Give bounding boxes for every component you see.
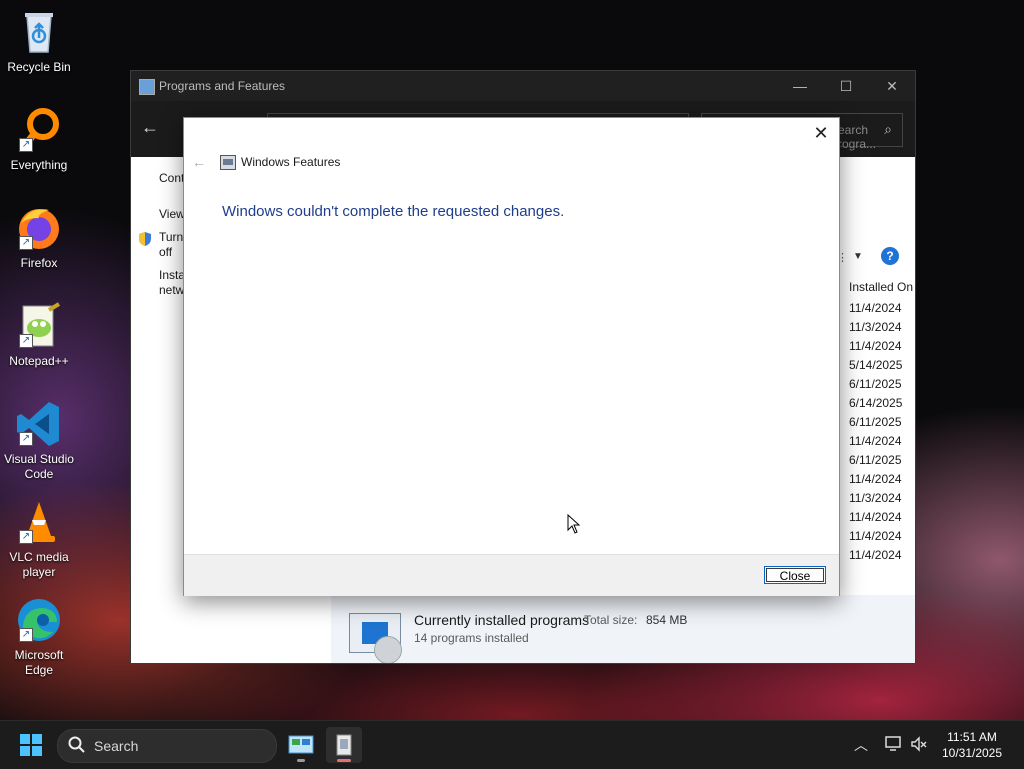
search-icon: ⌕ [884, 121, 892, 137]
program-count: 14 programs installed [414, 631, 529, 645]
shortcut-arrow-icon: ↗ [19, 334, 33, 348]
desktop: Recycle Bin ↗ Everything ↗ Firefox ↗ Not… [0, 0, 1024, 720]
running-indicator [297, 759, 305, 762]
table-row[interactable]: 11/3/2024 [849, 318, 902, 337]
table-row[interactable]: 11/4/2024 [849, 337, 902, 356]
edge-icon: ↗ [15, 596, 63, 644]
desktop-icon-label: Microsoft Edge [14, 648, 64, 677]
clock-time: 11:51 AM [947, 730, 997, 744]
total-size-value: 854 MB [646, 613, 688, 627]
dialog-title: Windows Features [241, 155, 341, 169]
shortcut-arrow-icon: ↗ [19, 432, 33, 446]
back-arrow-icon: ← [192, 154, 206, 170]
shortcut-arrow-icon: ↗ [19, 530, 33, 544]
back-arrow-icon[interactable]: ← [141, 117, 159, 138]
shortcut-arrow-icon: ↗ [19, 138, 33, 152]
turn-features-line2: off [159, 245, 173, 259]
taskbar-app-control-panel[interactable] [283, 727, 319, 763]
title-bar[interactable]: Programs and Features — ☐ ✕ [131, 71, 915, 101]
dialog-footer: Close [184, 554, 839, 596]
chevron-down-icon[interactable]: ▼ [853, 251, 863, 262]
error-message: Windows couldn't complete the requested … [222, 203, 565, 220]
close-button[interactable]: Close [764, 566, 826, 584]
table-row[interactable]: 5/14/2025 [849, 356, 902, 375]
table-row[interactable]: 11/4/2024 [849, 527, 902, 546]
everything-search-icon: ↗ [15, 106, 63, 154]
install-line2: netw [159, 283, 185, 297]
table-row[interactable]: 6/14/2025 [849, 394, 902, 413]
desktop-icon-vscode[interactable]: ↗ Visual Studio Code [2, 400, 76, 482]
help-icon[interactable]: ? [881, 247, 899, 265]
taskbar-search-placeholder: Search [94, 738, 139, 754]
taskbar: Search ︿ 11:51 AM 10/31/2025 [0, 720, 1024, 769]
status-panel: Currently installed programs Total size:… [331, 595, 915, 663]
taskbar-app-windows-features[interactable] [326, 727, 362, 763]
programs-icon [349, 613, 402, 663]
dialog-close-icon[interactable]: ✕ [809, 122, 833, 144]
firefox-icon: ↗ [15, 204, 63, 252]
control-panel-home-link[interactable]: Cont [159, 171, 184, 186]
vlc-icon: ↗ [15, 498, 63, 546]
windows-features-icon [336, 734, 352, 756]
recycle-bin-icon [15, 8, 63, 56]
table-row[interactable]: 11/4/2024 [849, 546, 902, 565]
desktop-icon-label: VLC media player [9, 550, 69, 579]
desktop-icon-label: Recycle Bin [7, 60, 71, 74]
network-icon[interactable] [884, 734, 902, 755]
desktop-icon-label: Firefox [20, 256, 58, 270]
speaker-muted-icon[interactable] [910, 735, 928, 756]
table-row[interactable]: 6/11/2025 [849, 413, 902, 432]
desktop-icon-edge[interactable]: ↗ Microsoft Edge [2, 596, 76, 678]
installed-on-column: 11/4/2024 11/3/2024 11/4/2024 5/14/2025 … [849, 299, 902, 565]
search-icon [68, 736, 86, 759]
table-row[interactable]: 6/11/2025 [849, 375, 902, 394]
window-title: Programs and Features [159, 79, 286, 93]
close-window-button[interactable]: ✕ [869, 71, 915, 101]
desktop-icon-label: Notepad++ [9, 354, 69, 368]
start-button[interactable] [20, 734, 42, 756]
turn-features-line1: Turn [159, 230, 184, 244]
show-hidden-icons-chevron-icon[interactable]: ︿ [854, 735, 868, 755]
turn-features-link[interactable]: Turn off [159, 230, 183, 260]
table-row[interactable]: 11/4/2024 [849, 470, 902, 489]
desktop-icon-vlc[interactable]: ↗ VLC media player [2, 498, 76, 580]
table-row[interactable]: 11/4/2024 [849, 508, 902, 527]
shortcut-arrow-icon: ↗ [19, 628, 33, 642]
vscode-icon: ↗ [15, 400, 63, 448]
active-indicator [337, 759, 351, 762]
desktop-icon-everything[interactable]: ↗ Everything [2, 106, 76, 173]
shortcut-arrow-icon: ↗ [19, 236, 33, 250]
taskbar-search[interactable]: Search [57, 729, 277, 763]
notepadpp-icon: ↗ [15, 302, 63, 350]
table-row[interactable]: 6/11/2025 [849, 451, 902, 470]
clock-date: 10/31/2025 [941, 746, 1003, 760]
desktop-icon-firefox[interactable]: ↗ Firefox [2, 204, 76, 271]
maximize-button[interactable]: ☐ [823, 71, 869, 101]
mouse-cursor-icon [567, 514, 581, 534]
table-row[interactable]: 11/4/2024 [849, 432, 902, 451]
column-header-installed-on[interactable]: Installed On [849, 280, 913, 294]
install-from-network-link[interactable]: Insta netw [159, 268, 185, 298]
taskbar-clock[interactable]: 11:51 AM 10/31/2025 [930, 729, 1014, 761]
control-panel-icon [288, 735, 314, 754]
shield-icon [137, 231, 153, 247]
desktop-icon-label: Visual Studio Code [4, 452, 74, 481]
minimize-button[interactable]: — [777, 71, 823, 101]
table-row[interactable]: 11/4/2024 [849, 299, 902, 318]
status-title: Currently installed programs [414, 612, 590, 628]
table-row[interactable]: 11/3/2024 [849, 489, 902, 508]
total-size-label: Total size: [584, 613, 638, 627]
windows-features-icon [220, 155, 236, 170]
windows-features-dialog: ✕ ← Windows Features Windows couldn't co… [183, 117, 840, 596]
control-panel-icon [139, 79, 155, 95]
desktop-icon-label: Everything [10, 158, 68, 172]
desktop-icon-recycle-bin[interactable]: Recycle Bin [2, 8, 76, 75]
view-updates-link[interactable]: View [159, 207, 185, 222]
desktop-icon-notepadpp[interactable]: ↗ Notepad++ [2, 302, 76, 369]
install-line1: Insta [159, 268, 186, 282]
